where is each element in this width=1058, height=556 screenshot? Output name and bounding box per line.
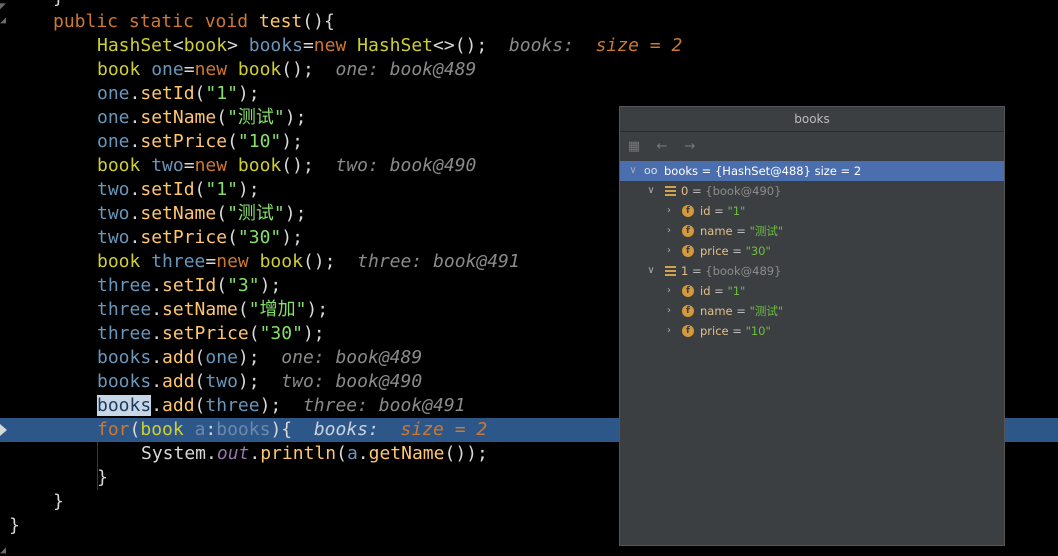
code-line[interactable]: one.setId("1"); — [97, 82, 260, 106]
code-line[interactable]: one.setName("测试"); — [97, 106, 306, 130]
inline-debug-hint: books: — [313, 419, 390, 440]
chevron-down-icon[interactable]: ∨ — [646, 181, 656, 201]
inline-debug-hint: two: book@490 — [281, 371, 423, 392]
popup-title: books — [620, 107, 1004, 132]
code-line[interactable]: book three=new book(); three: book@491 — [97, 250, 520, 274]
code-line[interactable]: } — [53, 0, 64, 10]
tree-row-books[interactable]: ∨ oo books = {HashSet@488} size = 2 — [620, 161, 1004, 181]
code-line[interactable]: book one=new book(); one: book@489 — [97, 58, 476, 82]
list-element-icon — [665, 266, 676, 276]
field-icon: f — [682, 205, 694, 217]
chevron-down-icon[interactable]: ∨ — [646, 261, 656, 281]
fold-icon[interactable]: ◢ — [0, 16, 6, 26]
chevron-right-icon[interactable]: › — [664, 201, 674, 221]
inline-debug-hint: two: book@490 — [335, 155, 477, 176]
code-line[interactable]: three.setPrice("30"); — [97, 322, 325, 346]
code-line[interactable]: } — [53, 490, 64, 514]
code-line[interactable]: three.setName("增加"); — [97, 298, 328, 322]
chevron-right-icon[interactable]: › — [664, 321, 674, 341]
inline-debug-hint: three: book@491 — [357, 251, 520, 272]
code-line[interactable]: two.setPrice("30"); — [97, 226, 303, 250]
field-icon: f — [682, 245, 694, 257]
popup-toolbar: ▦ ← → — [620, 132, 1004, 160]
field-icon: f — [682, 285, 694, 297]
tree-row-field[interactable]: › f price = "30" — [620, 241, 1004, 261]
code-line[interactable]: books.add(one); one: book@489 — [97, 346, 422, 370]
code-line[interactable]: } — [97, 466, 108, 490]
code-line[interactable]: books.add(two); two: book@490 — [97, 370, 422, 394]
tree-row-element[interactable]: ∨ 0 = {book@490} — [620, 181, 1004, 201]
back-arrow-icon[interactable]: ← — [654, 139, 670, 154]
tree-row-field[interactable]: › f id = "1" — [620, 201, 1004, 221]
code-line[interactable]: two.setName("测试"); — [97, 202, 306, 226]
inline-debug-hint-size: size = 2 — [400, 419, 488, 440]
code-line[interactable]: one.setPrice("10"); — [97, 130, 303, 154]
code-line[interactable]: public static void test(){ — [53, 10, 335, 34]
watch-icon: oo — [644, 164, 658, 177]
inline-debug-hint: one: book@489 — [335, 59, 477, 80]
code-line[interactable]: two.setId("1"); — [97, 178, 260, 202]
variables-icon[interactable]: ▦ — [626, 139, 642, 154]
field-icon: f — [682, 305, 694, 317]
selected-identifier[interactable]: books — [97, 395, 152, 416]
code-line[interactable]: System.out.println(a.getName()); — [141, 442, 488, 466]
inline-debug-hint: three: book@491 — [302, 395, 466, 416]
editor-gutter — [0, 0, 8, 555]
inline-debug-hint: books: — [508, 35, 585, 56]
list-element-icon — [665, 186, 676, 196]
code-line[interactable]: books.add(three); three: book@491 — [97, 394, 466, 418]
chevron-right-icon[interactable]: › — [664, 241, 674, 261]
code-line[interactable]: book two=new book(); two: book@490 — [97, 154, 476, 178]
inline-debug-hint: one: book@489 — [281, 347, 423, 368]
code-line[interactable]: three.setId("3"); — [97, 274, 281, 298]
variables-tree: ∨ oo books = {HashSet@488} size = 2 ∨ 0 … — [620, 161, 1004, 341]
tree-row-field[interactable]: › f name = "测试" — [620, 301, 1004, 321]
forward-arrow-icon[interactable]: → — [682, 139, 698, 154]
code-line[interactable]: } — [9, 514, 20, 538]
execution-point-arrow-icon — [0, 424, 7, 436]
tree-row-field[interactable]: › f id = "1" — [620, 281, 1004, 301]
chevron-down-icon[interactable]: ∨ — [628, 161, 638, 181]
inline-debug-hint-size: size = 2 — [595, 35, 683, 56]
tree-row-field[interactable]: › f name = "测试" — [620, 221, 1004, 241]
code-line[interactable]: HashSet<book> books=new HashSet<>(); boo… — [97, 34, 682, 58]
code-line-current[interactable]: for(book a:books){ books: size = 2 — [97, 418, 487, 442]
field-icon: f — [682, 225, 694, 237]
fold-icon[interactable]: ◤ — [0, 2, 6, 12]
chevron-right-icon[interactable]: › — [664, 301, 674, 321]
chevron-right-icon[interactable]: › — [664, 221, 674, 241]
variables-popup[interactable]: books ▦ ← → ∨ oo books = {HashSet@488} s… — [619, 106, 1005, 546]
tree-row-element[interactable]: ∨ 1 = {book@489} — [620, 261, 1004, 281]
tree-row-field[interactable]: › f price = "10" — [620, 321, 1004, 341]
chevron-right-icon[interactable]: › — [664, 281, 674, 301]
field-icon: f — [682, 325, 694, 337]
